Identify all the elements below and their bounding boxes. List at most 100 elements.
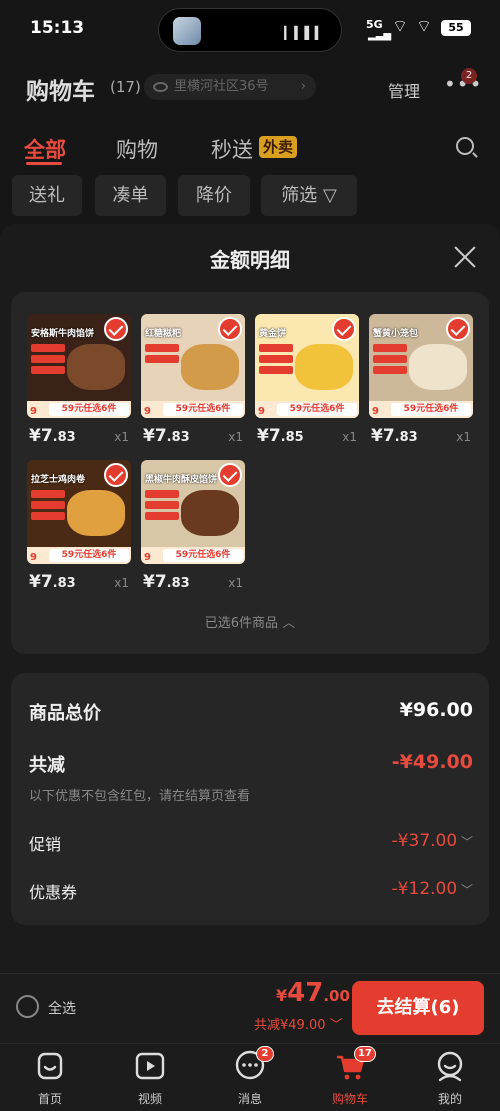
product-title: 红糖糍粑 — [145, 329, 182, 339]
cart-header: 购物车 (17) 里横河社区36号 › 管理 ••• 2 — [0, 62, 500, 112]
food-picture — [295, 344, 353, 390]
checkout-total: ¥47.00 — [276, 978, 350, 1008]
selected-count-toggle[interactable]: 已选6件商品 ︿ — [11, 612, 489, 631]
wifi-icon: ⌔ — [416, 17, 432, 37]
product-qty: x1 — [456, 430, 471, 444]
filter-label: 筛选 — [281, 185, 318, 206]
product-tags — [31, 490, 65, 523]
promo-label: 59元任选6件 — [163, 549, 243, 562]
checked-icon[interactable] — [446, 317, 470, 341]
nav-cart[interactable]: 17 购物车 — [320, 1046, 380, 1108]
promotion-value: -¥37.00 ﹀ — [391, 831, 473, 851]
product-qty: x1 — [114, 576, 129, 590]
funnel-icon: ▽ — [322, 185, 337, 206]
saved-amount[interactable]: 共减¥49.00 ﹀ — [254, 1014, 343, 1033]
checked-icon[interactable] — [104, 317, 128, 341]
checked-icon[interactable] — [332, 317, 356, 341]
checkout-button[interactable]: 去结算(6) — [352, 981, 484, 1035]
product-item[interactable]: 黄金饼 9 59元任选6件 ¥7.85 x1 — [255, 314, 359, 448]
location-text: 里横河社区36号 — [174, 79, 269, 94]
product-price: ¥7.83 — [29, 426, 76, 446]
sheet-title: 金额明细 — [210, 248, 290, 272]
product-tags — [145, 490, 179, 523]
chevron-down-icon: ﹀ — [457, 883, 473, 897]
now-playing-app-icon — [173, 17, 201, 45]
product-title: 拉芝士鸡肉卷 — [31, 475, 86, 485]
chevron-right-icon: › — [300, 79, 306, 94]
nav-label: 首页 — [37, 1092, 62, 1106]
cart-count: (17) — [110, 78, 141, 96]
takeaway-badge: 外卖 — [259, 136, 298, 158]
checked-icon[interactable] — [218, 317, 242, 341]
product-qty: x1 — [228, 430, 243, 444]
filter-gift[interactable]: 送礼 — [12, 175, 82, 216]
product-tags — [31, 344, 65, 377]
audio-wave-icon: ▎▍▌▍ — [284, 26, 325, 40]
tab-all[interactable]: 全部 — [24, 134, 66, 164]
product-qty: x1 — [228, 576, 243, 590]
product-title: 黄金饼 — [259, 329, 287, 339]
product-title: 安格斯牛肉馅饼 — [31, 329, 95, 339]
product-tags — [259, 344, 293, 377]
price-badge: 9 — [372, 406, 379, 417]
product-item[interactable]: 红糖糍粑 9 59元任选6件 ¥7.83 x1 — [141, 314, 245, 448]
promo-label: 59元任选6件 — [49, 549, 129, 562]
food-picture — [409, 344, 467, 390]
chevron-up-icon: ︿ — [282, 616, 296, 631]
more-badge: 2 — [461, 68, 477, 84]
product-item[interactable]: 拉芝士鸡肉卷 9 59元任选6件 ¥7.83 x1 — [27, 460, 131, 594]
tab-shopping[interactable]: 购物 — [116, 134, 158, 164]
status-bar: 15:13 ▎▍▌▍ 5G ▂▃▅ ⌔ ⌔ 55 — [0, 0, 500, 58]
filter-chips: 送礼 凑单 降价 筛选 ▽ — [0, 175, 500, 219]
coupon-value: -¥12.00 ﹀ — [391, 879, 473, 899]
price-badge: 9 — [144, 552, 151, 563]
product-tags — [373, 344, 407, 377]
video-icon — [135, 1052, 165, 1080]
product-item[interactable]: 蟹黄小笼包 9 59元任选6件 ¥7.83 x1 — [369, 314, 473, 448]
nav-video[interactable]: 视频 — [120, 1050, 180, 1108]
price-badge: 9 — [258, 406, 265, 417]
dynamic-island[interactable]: ▎▍▌▍ — [158, 8, 342, 52]
checkout-bar: 全选 ¥47.00 共减¥49.00 ﹀ 去结算(6) — [0, 973, 500, 1043]
checked-icon[interactable] — [218, 463, 242, 487]
select-all-radio[interactable] — [16, 995, 39, 1018]
filter-button[interactable]: 筛选 ▽ — [261, 175, 357, 216]
tab-instant-delivery[interactable]: 秒送 — [211, 134, 253, 164]
price-badge: 9 — [144, 406, 151, 417]
location-selector[interactable]: 里横河社区36号 › — [144, 74, 316, 100]
active-tab-indicator — [26, 162, 62, 165]
product-item[interactable]: 黑椒牛肉酥皮馅饼 9 59元任选6件 ¥7.83 x1 — [141, 460, 245, 594]
nav-messages[interactable]: 2 消息 — [220, 1046, 280, 1108]
message-badge: 2 — [256, 1046, 274, 1062]
food-picture — [67, 344, 125, 390]
home-icon — [37, 1052, 63, 1080]
filter-price-drop[interactable]: 降价 — [178, 175, 250, 216]
nav-label: 购物车 — [331, 1092, 368, 1106]
manage-button[interactable]: 管理 — [388, 78, 420, 102]
select-all-label[interactable]: 全选 — [48, 998, 76, 1018]
profile-icon — [437, 1051, 463, 1082]
hotspot-icon: ⌔ — [392, 17, 408, 37]
food-picture — [181, 490, 239, 536]
nav-label: 消息 — [237, 1092, 262, 1106]
product-price: ¥7.83 — [143, 426, 190, 446]
checked-icon[interactable] — [104, 463, 128, 487]
nav-home[interactable]: 首页 — [20, 1050, 80, 1108]
price-badge: 9 — [30, 552, 37, 563]
price-badge: 9 — [30, 406, 37, 417]
product-price: ¥7.83 — [143, 572, 190, 592]
search-icon[interactable] — [456, 137, 474, 155]
close-icon[interactable] — [452, 244, 478, 270]
product-price: ¥7.83 — [29, 572, 76, 592]
promo-label: 59元任选6件 — [277, 403, 357, 416]
total-price-label: 商品总价 — [29, 703, 101, 724]
total-price-value: ¥96.00 — [399, 699, 473, 721]
nav-profile[interactable]: 我的 — [420, 1050, 480, 1108]
nav-label: 视频 — [137, 1092, 162, 1106]
product-qty: x1 — [114, 430, 129, 444]
filter-bundle[interactable]: 凑单 — [95, 175, 166, 216]
product-item[interactable]: 安格斯牛肉馅饼 9 59元任选6件 ¥7.83 x1 — [27, 314, 131, 448]
product-price: ¥7.85 — [257, 426, 304, 446]
product-price: ¥7.83 — [371, 426, 418, 446]
food-picture — [181, 344, 239, 390]
